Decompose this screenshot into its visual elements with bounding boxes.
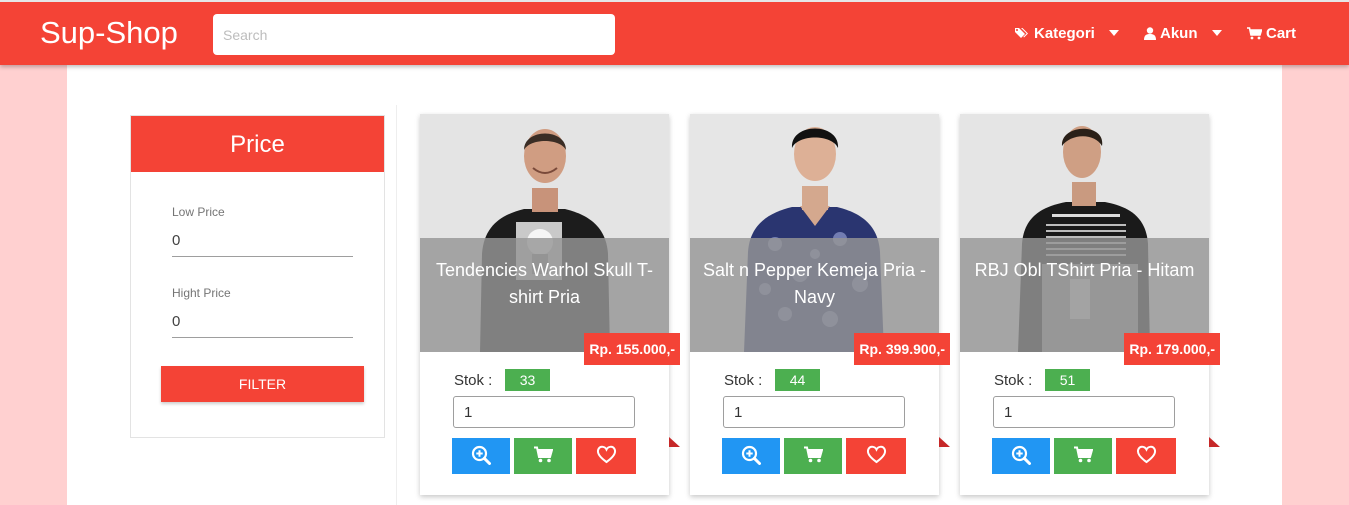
tags-icon — [1015, 27, 1030, 40]
view-detail-button[interactable] — [992, 438, 1050, 474]
stok-badge: 51 — [1045, 369, 1090, 391]
cart-icon — [803, 446, 823, 466]
product-card: RBJ Obl TShirt Pria - Hitam Rp. 179.000,… — [960, 114, 1220, 495]
product-name[interactable]: Tendencies Warhol Skull T-shirt Pria — [430, 257, 659, 311]
price-tag-fold — [1209, 437, 1220, 447]
view-detail-button[interactable] — [722, 438, 780, 474]
quantity-input[interactable] — [993, 396, 1175, 428]
nav-akun[interactable]: Akun — [1144, 22, 1222, 44]
add-to-wishlist-button[interactable] — [1116, 438, 1176, 474]
high-price-input[interactable] — [172, 306, 353, 338]
high-price-label: Hight Price — [172, 286, 231, 300]
add-to-cart-button[interactable] — [784, 438, 842, 474]
chevron-down-icon — [1211, 30, 1222, 36]
navbar: Sup-Shop Kategori Akun Cart — [0, 0, 1349, 65]
cart-icon — [1247, 26, 1262, 40]
content-divider — [396, 105, 397, 505]
product-card: Salt n Pepper Kemeja Pria - Navy Rp. 399… — [690, 114, 950, 495]
product-card: Tendencies Warhol Skull T-shirt Pria Rp.… — [420, 114, 680, 495]
nav-akun-label: Akun — [1160, 24, 1198, 42]
chevron-down-icon — [1108, 30, 1119, 36]
nav-cart[interactable]: Cart — [1247, 22, 1296, 44]
stok-badge: 44 — [775, 369, 820, 391]
product-name[interactable]: RBJ Obl TShirt Pria - Hitam — [970, 257, 1199, 284]
heart-icon — [866, 445, 887, 467]
quantity-input[interactable] — [453, 396, 635, 428]
price-filter-panel: Price Low Price Hight Price FILTER — [130, 115, 385, 438]
view-detail-button[interactable] — [452, 438, 510, 474]
add-to-cart-button[interactable] — [1054, 438, 1112, 474]
nav-kategori-label: Kategori — [1034, 24, 1095, 42]
user-icon — [1144, 26, 1156, 40]
product-price: Rp. 179.000,- — [1124, 333, 1220, 365]
brand-logo[interactable]: Sup-Shop — [40, 14, 178, 52]
page-side-right — [1282, 65, 1349, 505]
product-price: Rp. 399.900,- — [854, 333, 950, 365]
stok-label: Stok : — [454, 372, 493, 389]
zoom-in-icon — [741, 445, 761, 468]
heart-icon — [1136, 445, 1157, 467]
price-tag-fold — [669, 437, 680, 447]
heart-icon — [596, 445, 617, 467]
filter-button[interactable]: FILTER — [161, 366, 364, 402]
search-input[interactable] — [213, 14, 615, 55]
zoom-in-icon — [471, 445, 491, 468]
cart-icon — [533, 446, 553, 466]
product-name[interactable]: Salt n Pepper Kemeja Pria - Navy — [700, 257, 929, 311]
price-tag-fold — [939, 437, 950, 447]
stok-label: Stok : — [724, 372, 763, 389]
nav-cart-label: Cart — [1266, 24, 1297, 42]
page-side-left — [0, 65, 67, 505]
price-filter-title: Price — [131, 116, 384, 172]
quantity-input[interactable] — [723, 396, 905, 428]
nav-kategori[interactable]: Kategori — [1015, 22, 1119, 44]
add-to-cart-button[interactable] — [514, 438, 572, 474]
product-price: Rp. 155.000,- — [584, 333, 680, 365]
add-to-wishlist-button[interactable] — [846, 438, 906, 474]
stok-badge: 33 — [505, 369, 550, 391]
zoom-in-icon — [1011, 445, 1031, 468]
add-to-wishlist-button[interactable] — [576, 438, 636, 474]
low-price-label: Low Price — [172, 205, 225, 219]
cart-icon — [1073, 446, 1093, 466]
low-price-input[interactable] — [172, 225, 353, 257]
stok-label: Stok : — [994, 372, 1033, 389]
